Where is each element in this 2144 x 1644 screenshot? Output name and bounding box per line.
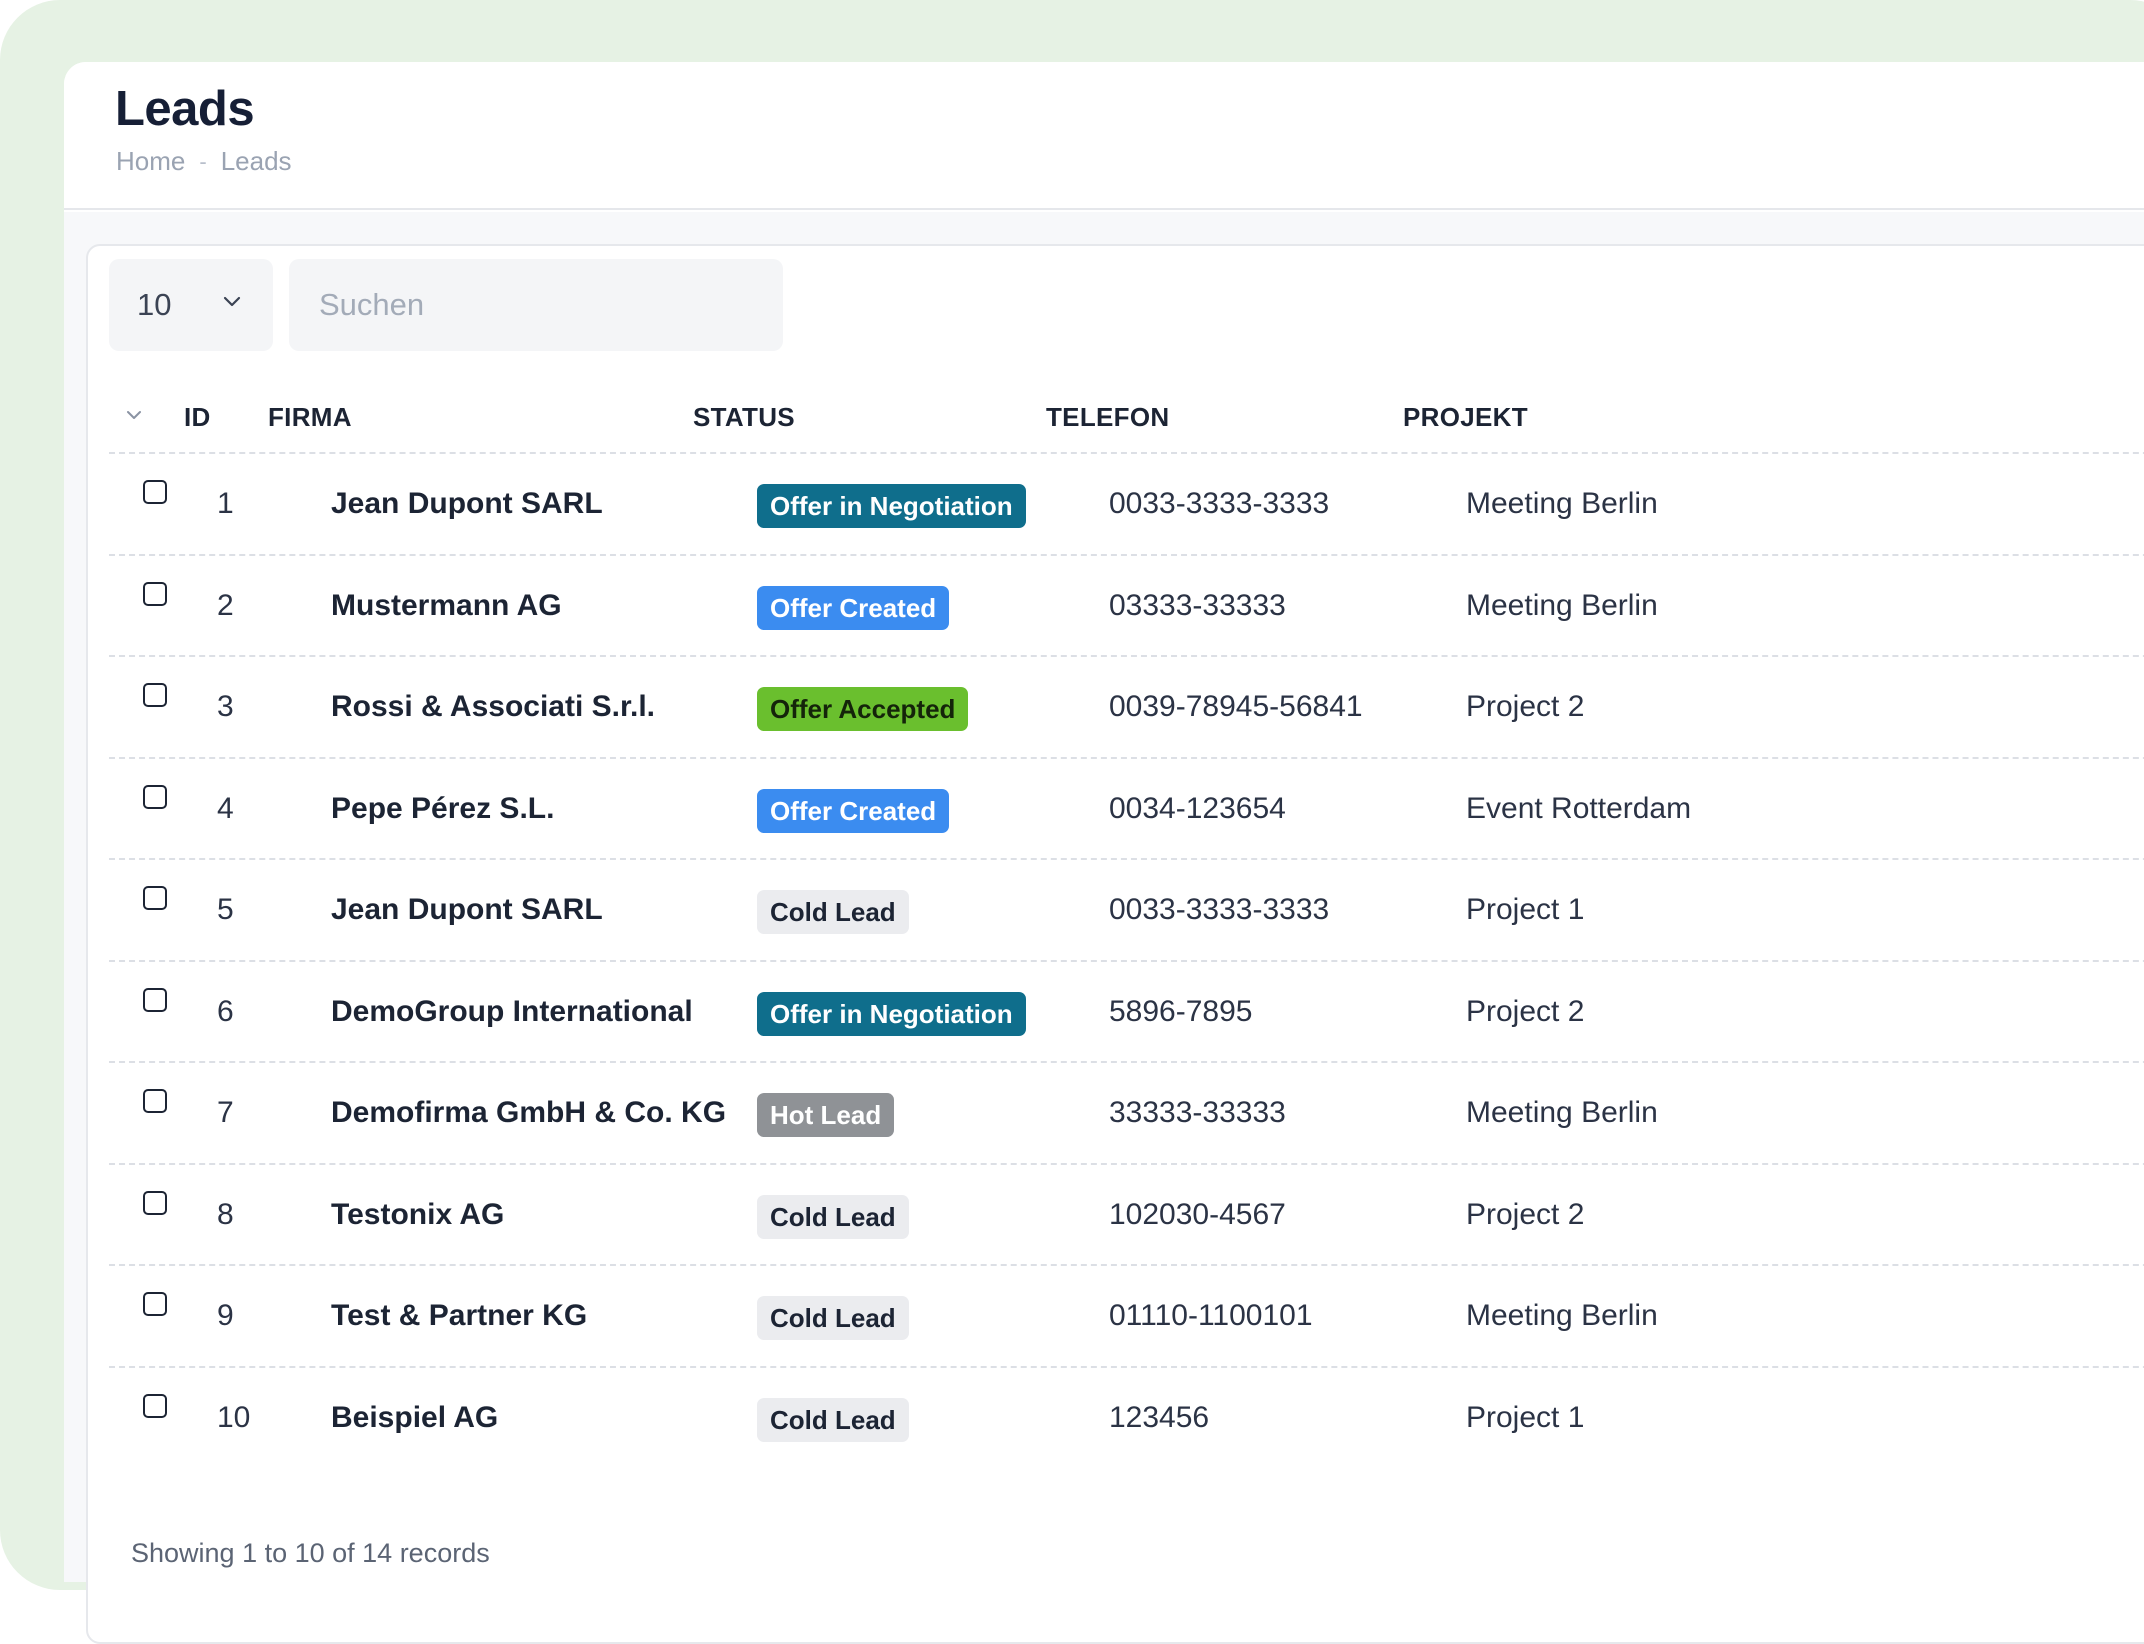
cell-telefon: 5896-7895 bbox=[1109, 994, 1253, 1028]
table-row[interactable]: 2 Mustermann AG Offer Created 03333-33333 Me… bbox=[109, 556, 2144, 657]
page-header: Leads Home - Leads bbox=[64, 62, 2144, 210]
breadcrumb: Home - Leads bbox=[116, 146, 292, 177]
cell-telefon: 01110-1100101 bbox=[1109, 1299, 1313, 1332]
search-input[interactable] bbox=[289, 259, 783, 351]
cell-telefon: 0034-123654 bbox=[1109, 791, 1286, 825]
status-badge: Offer Accepted bbox=[757, 687, 969, 731]
cell-projekt: Meeting Berlin bbox=[1466, 1096, 1658, 1129]
table-info: Showing 1 to 10 of 14 records bbox=[131, 1538, 490, 1568]
cell-id: 8 bbox=[217, 1197, 234, 1231]
cell-id: 3 bbox=[217, 690, 234, 723]
status-badge: Cold Lead bbox=[757, 1397, 909, 1442]
status-badge: Offer Created bbox=[757, 788, 950, 833]
row-checkbox[interactable] bbox=[143, 987, 167, 1012]
row-checkbox[interactable] bbox=[143, 683, 167, 707]
table-row[interactable]: 10 Beispiel AG Cold Lead 123456 Project 1 bbox=[109, 1368, 2144, 1470]
cell-firma[interactable]: Test & Partner KG bbox=[331, 1299, 587, 1333]
cell-projekt: Meeting Berlin bbox=[1466, 487, 1658, 520]
cell-id: 7 bbox=[217, 1096, 234, 1129]
status-badge: Offer Created bbox=[757, 585, 950, 630]
breadcrumb-current: Leads bbox=[220, 146, 292, 176]
row-checkbox[interactable] bbox=[143, 784, 167, 809]
column-header-status[interactable]: STATUS bbox=[693, 402, 795, 433]
cell-firma[interactable]: Rossi & Associati S.r.l. bbox=[331, 690, 655, 724]
cell-firma[interactable]: Demofirma GmbH & Co. KG bbox=[331, 1096, 726, 1130]
cell-firma[interactable]: Pepe Pérez S.L. bbox=[331, 792, 554, 826]
cell-id: 9 bbox=[217, 1299, 234, 1332]
cell-id: 1 bbox=[217, 487, 234, 520]
table-header-row: ID FIRMA STATUS TELEFON PROJEKT bbox=[109, 382, 2144, 454]
table-row[interactable]: 6 DemoGroup International Offer in Negotia… bbox=[109, 962, 2144, 1063]
cell-id: 2 bbox=[217, 588, 234, 622]
leads-table-card: 10 ID FIRMA STATUS TELEFON PROJEKT 1 Jean… bbox=[86, 244, 2144, 1644]
breadcrumb-separator: - bbox=[199, 148, 207, 174]
cell-id: 10 bbox=[217, 1400, 251, 1434]
row-checkbox[interactable] bbox=[143, 581, 167, 606]
cell-projekt: Event Rotterdam bbox=[1466, 791, 1692, 825]
breadcrumb-home[interactable]: Home bbox=[116, 146, 185, 177]
cell-firma[interactable]: Jean Dupont SARL bbox=[331, 893, 603, 927]
column-header-telefon[interactable]: TELEFON bbox=[1046, 402, 1169, 433]
column-header-projekt[interactable]: PROJEKT bbox=[1403, 402, 1528, 433]
select-all-chevron-icon[interactable] bbox=[123, 404, 145, 426]
status-badge: Offer in Negotiation bbox=[757, 991, 1026, 1036]
status-badge: Hot Lead bbox=[757, 1093, 895, 1137]
row-checkbox[interactable] bbox=[143, 1393, 167, 1418]
table-row[interactable]: 5 Jean Dupont SARL Cold Lead 0033-3333-3333… bbox=[109, 860, 2144, 962]
table-row[interactable]: 1 Jean Dupont SARL Offer in Negotiation 003… bbox=[109, 454, 2144, 556]
app-window: Leads Home - Leads 10 ID FIRMA STATUS TE… bbox=[64, 62, 2144, 1644]
table-row[interactable]: 8 Testonix AG Cold Lead 102030-4567 Project … bbox=[109, 1165, 2144, 1266]
row-checkbox[interactable] bbox=[143, 480, 167, 504]
cell-firma[interactable]: Jean Dupont SARL bbox=[331, 487, 603, 521]
status-badge: Cold Lead bbox=[757, 890, 909, 934]
page-length-select[interactable]: 10 bbox=[109, 259, 273, 351]
cell-id: 5 bbox=[217, 893, 234, 926]
column-header-firma[interactable]: FIRMA bbox=[268, 402, 352, 433]
cell-telefon: 03333-33333 bbox=[1109, 588, 1286, 622]
status-badge: Cold Lead bbox=[757, 1194, 909, 1239]
page-length-value: 10 bbox=[137, 287, 172, 322]
row-checkbox[interactable] bbox=[143, 886, 167, 910]
cell-projekt: Project 1 bbox=[1466, 1400, 1585, 1434]
cell-firma[interactable]: DemoGroup International bbox=[331, 995, 693, 1029]
cell-telefon: 0033-3333-3333 bbox=[1109, 893, 1330, 926]
cell-projekt: Project 2 bbox=[1466, 994, 1585, 1028]
row-checkbox[interactable] bbox=[143, 1292, 167, 1316]
status-badge: Cold Lead bbox=[757, 1296, 909, 1340]
table-row[interactable]: 4 Pepe Pérez S.L. Offer Created 0034-123654… bbox=[109, 759, 2144, 860]
row-checkbox[interactable] bbox=[143, 1089, 167, 1113]
cell-telefon: 0039-78945-56841 bbox=[1109, 690, 1363, 723]
cell-firma[interactable]: Mustermann AG bbox=[331, 589, 562, 623]
cell-projekt: Project 2 bbox=[1466, 1197, 1585, 1231]
table-row[interactable]: 7 Demofirma GmbH & Co. KG Hot Lead 33333-33… bbox=[109, 1063, 2144, 1165]
table-row[interactable]: 3 Rossi & Associati S.r.l. Offer Accepted 0… bbox=[109, 657, 2144, 759]
row-checkbox[interactable] bbox=[143, 1190, 167, 1215]
chevron-down-icon bbox=[223, 296, 241, 307]
column-header-id[interactable]: ID bbox=[184, 402, 211, 433]
cell-projekt: Project 2 bbox=[1466, 690, 1585, 723]
table-row[interactable]: 9 Test & Partner KG Cold Lead 01110-1100101… bbox=[109, 1266, 2144, 1368]
cell-telefon: 123456 bbox=[1109, 1400, 1210, 1434]
cell-firma[interactable]: Beispiel AG bbox=[331, 1401, 498, 1435]
cell-telefon: 102030-4567 bbox=[1109, 1197, 1286, 1231]
cell-id: 6 bbox=[217, 994, 234, 1028]
cell-projekt: Meeting Berlin bbox=[1466, 588, 1658, 622]
cell-id: 4 bbox=[217, 791, 234, 825]
cell-firma[interactable]: Testonix AG bbox=[331, 1198, 504, 1232]
cell-telefon: 0033-3333-3333 bbox=[1109, 487, 1330, 520]
cell-projekt: Project 1 bbox=[1466, 893, 1585, 926]
page-title: Leads bbox=[115, 82, 255, 136]
cell-projekt: Meeting Berlin bbox=[1466, 1299, 1658, 1332]
cell-telefon: 33333-33333 bbox=[1109, 1096, 1286, 1129]
status-badge: Offer in Negotiation bbox=[757, 484, 1026, 528]
